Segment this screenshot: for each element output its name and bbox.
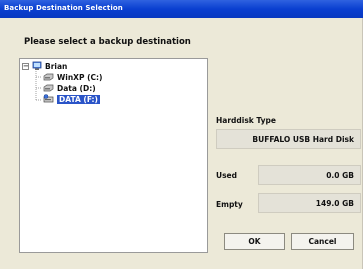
hard-drive-icon	[43, 73, 54, 83]
tree-item-winxp[interactable]: WinXP (C:)	[43, 72, 102, 83]
tree-item-brian[interactable]: − Brian	[22, 61, 67, 72]
usb-drive-icon	[43, 93, 54, 106]
hard-drive-icon	[43, 84, 54, 94]
used-field: 0.0 GB	[258, 165, 361, 185]
tree-item-label: DATA (F:)	[57, 95, 100, 104]
used-label: Used	[216, 171, 238, 180]
tree-item-label: Brian	[45, 62, 68, 71]
tree-item-label: Data (D:)	[57, 84, 96, 93]
title-bar[interactable]: Backup Destination Selection	[0, 0, 363, 18]
computer-icon	[32, 61, 42, 73]
collapse-icon[interactable]: −	[22, 63, 29, 70]
empty-field: 149.0 GB	[258, 193, 361, 213]
instruction-text: Please select a backup destination	[24, 37, 191, 47]
harddisk-type-label: Harddisk Type	[216, 116, 276, 125]
window-title: Backup Destination Selection	[4, 4, 123, 12]
empty-label: Empty	[216, 200, 243, 209]
tree-item-data-d[interactable]: Data (D:)	[43, 83, 96, 94]
destination-tree[interactable]: − Brian WinXP (C:) Data (D:) DATA (F:)	[19, 58, 208, 253]
ok-button[interactable]: OK	[224, 233, 285, 250]
cancel-button[interactable]: Cancel	[291, 233, 354, 250]
tree-item-data-f[interactable]: DATA (F:)	[43, 93, 100, 106]
harddisk-type-field: BUFFALO USB Hard Disk	[216, 129, 361, 149]
tree-item-label: WinXP (C:)	[57, 73, 103, 82]
backup-destination-dialog: Backup Destination Selection Please sele…	[0, 0, 363, 269]
